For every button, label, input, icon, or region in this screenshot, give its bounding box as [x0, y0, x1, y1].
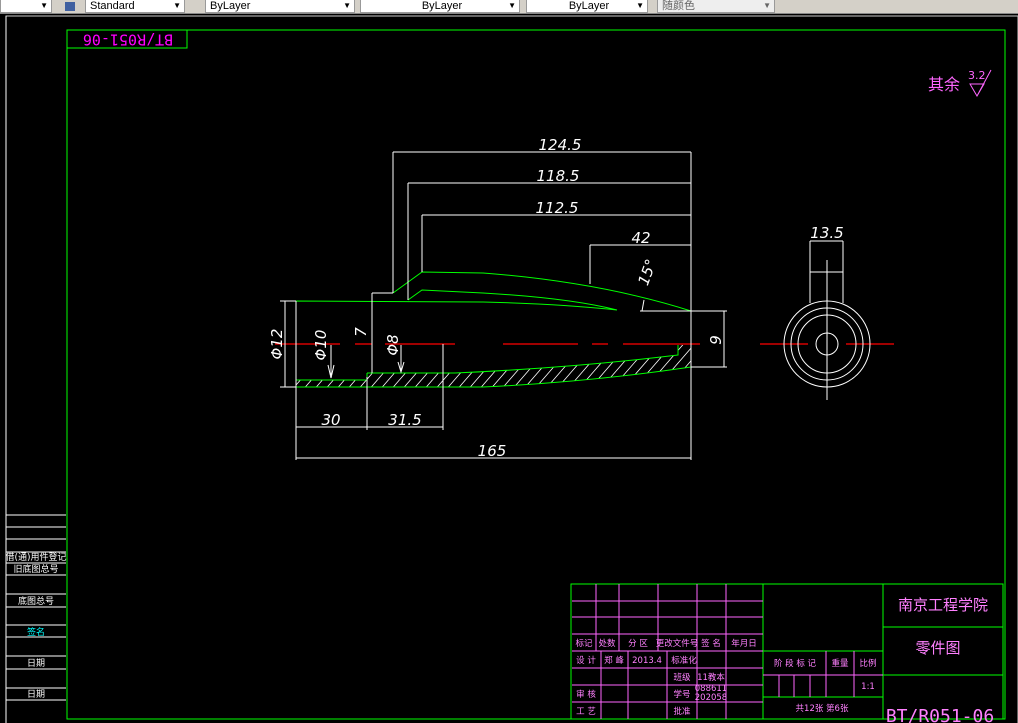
- designer: 郑 峰: [604, 655, 624, 666]
- chevron-down-icon: ▼: [40, 1, 48, 10]
- dim-124-5: 124.5: [539, 136, 582, 154]
- strip-label: 旧底图总号: [13, 563, 58, 575]
- surface-note: 其余: [928, 75, 960, 94]
- hatch-line: [674, 345, 691, 387]
- hatch-line: [575, 345, 622, 387]
- dim-phi-8: Φ8: [384, 334, 402, 355]
- header-cell: 签 名: [701, 638, 721, 649]
- dim-118-5: 118.5: [537, 167, 580, 185]
- properties-toolbar: ▼ Standard ▼ ByLayer ▼ ByLayer ▼ ByLayer ▼ 随…: [0, 0, 1018, 14]
- dim-angle-15: 15°: [634, 257, 660, 288]
- hatch-line: [608, 345, 655, 387]
- dim-13-5: 13.5: [810, 224, 843, 242]
- hatch-line: [399, 345, 446, 387]
- hatch-line: [663, 345, 691, 387]
- chevron-down-icon: ▼: [508, 1, 516, 10]
- hatch-line: [421, 345, 468, 387]
- strip-label: 借(通)用件登记: [5, 551, 66, 563]
- class-value: 11教本: [697, 672, 725, 683]
- linetype-dropdown[interactable]: ByLayer ▼: [360, 0, 520, 13]
- cad-drawing: BT/R051-06 借(通)用件登记 旧底图总号 底图总号 签名 日期 日期 …: [5, 15, 1018, 723]
- left-strip: 借(通)用件登记 旧底图总号 底图总号 签名 日期 日期: [5, 16, 67, 723]
- dim-42: 42: [631, 229, 650, 247]
- dimensions: 124.5 118.5 112.5 42 15° Φ12 Φ10 Φ8 7 9 …: [268, 136, 727, 460]
- roughness-value: 3.2: [968, 69, 986, 82]
- student-no-label: 学号: [673, 689, 690, 700]
- header-cell: 年月日: [731, 638, 757, 649]
- dim-165: 165: [478, 442, 507, 460]
- mirrored-code: BT/R051-06: [83, 31, 173, 49]
- strip-label: 日期: [27, 689, 45, 700]
- hatch-line: [476, 345, 523, 387]
- header-cell: 处数: [598, 638, 616, 649]
- strip-label: 日期: [27, 658, 45, 669]
- dim-30: 30: [321, 411, 340, 429]
- hatch-line: [619, 345, 666, 387]
- process-label: 工 艺: [576, 707, 596, 717]
- strip-label: 底图总号: [18, 595, 54, 607]
- chevron-down-icon: ▼: [343, 1, 351, 10]
- dim-31-5: 31.5: [388, 411, 421, 429]
- hatch-line: [454, 345, 501, 387]
- scale-value: 1:1: [861, 682, 875, 692]
- hatch-line: [697, 340, 742, 392]
- layer-dropdown[interactable]: ByLayer ▼: [205, 0, 355, 13]
- review-label: 审 核: [576, 689, 596, 700]
- hatch-line: [641, 345, 688, 387]
- scale-label: 比例: [859, 658, 876, 669]
- chevron-down-icon: ▼: [636, 1, 644, 10]
- header-cell: 标记: [575, 638, 593, 649]
- drawing-code: BT/R051-06: [886, 706, 994, 723]
- lineweight-dropdown[interactable]: ByLayer ▼: [526, 0, 648, 13]
- viewport-border: [5, 15, 1018, 723]
- text-style-icon: [65, 2, 75, 11]
- hatch-line: [465, 345, 512, 387]
- header-cell: 分 区: [628, 639, 648, 649]
- standard-label: 标准化: [671, 655, 697, 666]
- stage-label: 阶 段 标 记: [774, 658, 817, 669]
- hatch-line: [597, 345, 644, 387]
- hatch-line: [410, 345, 457, 387]
- dim-9: 9: [707, 335, 725, 345]
- hatch-line: [708, 340, 753, 392]
- dim-7: 7: [352, 327, 370, 337]
- dim-phi-12: Φ12: [268, 329, 286, 360]
- plot-style-dropdown[interactable]: 随颜色 ▼: [657, 0, 775, 13]
- part-side-view: 13.5: [783, 224, 871, 400]
- workspace-dropdown[interactable]: ▼: [0, 0, 52, 13]
- dim-phi-10: Φ10: [312, 330, 330, 361]
- strip-label: 签名: [27, 626, 45, 638]
- hatch-line: [719, 340, 764, 392]
- sheet-count: 共12张 第6张: [796, 703, 849, 714]
- hatch-line: [432, 345, 479, 387]
- header-cell: 更改文件号: [656, 638, 699, 649]
- chevron-down-icon: ▼: [763, 1, 771, 10]
- text-style-dropdown[interactable]: Standard ▼: [85, 0, 185, 13]
- weight-label: 重量: [831, 658, 849, 669]
- dim-112-5: 112.5: [536, 199, 579, 217]
- class-label: 班级: [673, 672, 691, 683]
- student-no: 202058: [695, 693, 727, 703]
- design-date: 2013.4: [632, 656, 662, 666]
- school-name: 南京工程学院: [898, 596, 988, 614]
- design-label: 设 计: [576, 655, 596, 666]
- chevron-down-icon: ▼: [173, 1, 181, 10]
- drawing-title: 零件图: [915, 639, 960, 657]
- approve-label: 批准: [673, 706, 691, 717]
- hatch-line: [553, 345, 600, 387]
- hatch-line: [586, 345, 633, 387]
- hatch-line: [630, 345, 677, 387]
- hatch-line: [443, 345, 490, 387]
- title-block: 标记 处数 分 区 更改文件号 签 名 年月日 设 计 郑 峰 2013.4 标…: [570, 583, 1004, 723]
